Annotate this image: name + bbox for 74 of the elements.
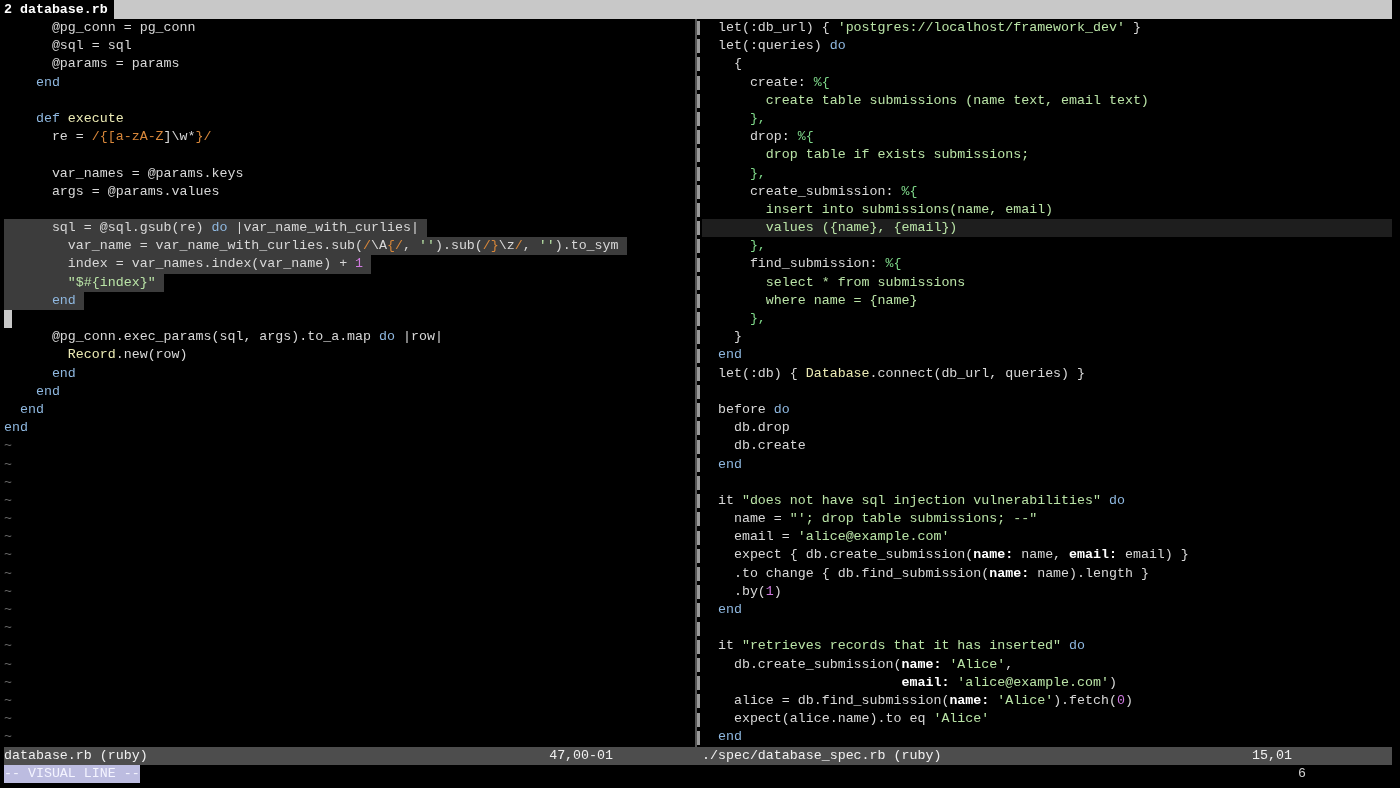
code-line: name = "'; drop table submissions; --" [732, 510, 1038, 529]
code-line: end [34, 73, 60, 92]
code-line: insert into submissions(name, email) [764, 200, 1054, 219]
empty-line-marker: ~ [4, 564, 12, 583]
empty-line-marker: ~ [4, 655, 12, 674]
empty-line-marker: ~ [4, 510, 12, 529]
code-line: end [4, 419, 28, 438]
code-line: let(:db) { Database.connect(db_url, queries) } [716, 364, 1086, 383]
code-line: @params = params [50, 55, 180, 74]
empty-line-marker: ~ [4, 728, 12, 747]
code-line: let(:db_url) { 'postgres://localhost/framework_dev' } [716, 19, 1141, 37]
code-line: end [716, 728, 742, 747]
empty-line-marker: ~ [4, 673, 12, 692]
file-name: ./spec/database_spec.rb (ruby) [702, 747, 942, 765]
code-line: }, [748, 109, 766, 128]
code-line: where name = {name} [764, 291, 918, 310]
empty-line-marker: ~ [4, 601, 12, 619]
empty-line-marker: ~ [4, 582, 12, 601]
code-line: create_submission: %{ [748, 182, 918, 201]
code-line: }, [748, 164, 766, 183]
empty-line-marker: ~ [4, 619, 12, 638]
code-line: drop: %{ [748, 128, 814, 147]
code-line: Record.new(row) [66, 346, 188, 365]
code-line: before do [716, 400, 790, 419]
code-line: .to change { db.find_submission(name: name).length } [732, 564, 1149, 583]
code-line: create: %{ [748, 73, 830, 92]
code-line: let(:queries) do [716, 37, 846, 56]
code-line: drop table if exists submissions; [764, 146, 1030, 165]
empty-line-marker: ~ [4, 473, 12, 492]
empty-line-marker: ~ [4, 528, 12, 547]
code-line: email = 'alice@example.com' [732, 528, 950, 547]
code-line: email: 'alice@example.com') [900, 673, 1117, 692]
code-line: db.create_submission(name: 'Alice', [732, 655, 1014, 674]
empty-line-marker: ~ [4, 710, 12, 729]
code-line: }, [748, 237, 766, 256]
cursor-position: 47,00-01 [549, 747, 613, 765]
code-line: args = @params.values [50, 182, 220, 201]
code-line: def execute [34, 109, 124, 128]
code-line: expect(alice.name).to eq 'Alice' [732, 710, 990, 729]
code-line: it "retrieves records that it has inserted" do [716, 637, 1086, 656]
code-line: end [716, 346, 742, 365]
file-name: database.rb (ruby) [4, 747, 148, 765]
code-line: db.drop [732, 419, 790, 438]
code-line: @sql = sql [50, 37, 132, 56]
cursor-position: 15,01 [1252, 747, 1292, 765]
selection-count: 6 [1298, 765, 1306, 784]
code-line: end [34, 382, 60, 401]
code-line: @pg_conn = pg_conn [50, 19, 196, 37]
code-line: it "does not have sql injection vulnerabilities" do [716, 491, 1125, 510]
code-line: { [732, 55, 742, 74]
code-line: .by(1) [732, 582, 782, 601]
code-line: db.create [732, 437, 806, 456]
empty-line-marker: ~ [4, 437, 12, 456]
code-line: values ({name}, {email}) [764, 219, 958, 238]
empty-line-marker: ~ [4, 455, 12, 474]
code-line: end [716, 601, 742, 619]
code-line: select * from submissions [764, 273, 966, 292]
code-line: end [18, 400, 44, 419]
code-line: var_names = @params.keys [50, 164, 244, 183]
code-line: expect { db.create_submission(name: name, email: email) } [732, 546, 1189, 565]
code-line: end [716, 455, 742, 474]
empty-line-marker: ~ [4, 546, 12, 565]
code-line: } [732, 328, 742, 347]
mode-indicator: -- VISUAL LINE -- [4, 765, 140, 784]
code-line: alice = db.find_submission(name: 'Alice').fetch(0) [732, 691, 1133, 710]
empty-line-marker: ~ [4, 491, 12, 510]
empty-line-marker: ~ [4, 637, 12, 656]
code-line: @pg_conn.exec_params(sql, args).to_a.map do |row| [50, 328, 443, 347]
empty-line-marker: ~ [4, 691, 12, 710]
code-line: re = /{[a-zA-Z]\w*}/ [50, 128, 212, 147]
code-line: find_submission: %{ [748, 255, 902, 274]
code-line: end [50, 364, 76, 383]
code-line: }, [748, 310, 766, 328]
code-line: create table submissions (name text, email text) [764, 91, 1149, 110]
